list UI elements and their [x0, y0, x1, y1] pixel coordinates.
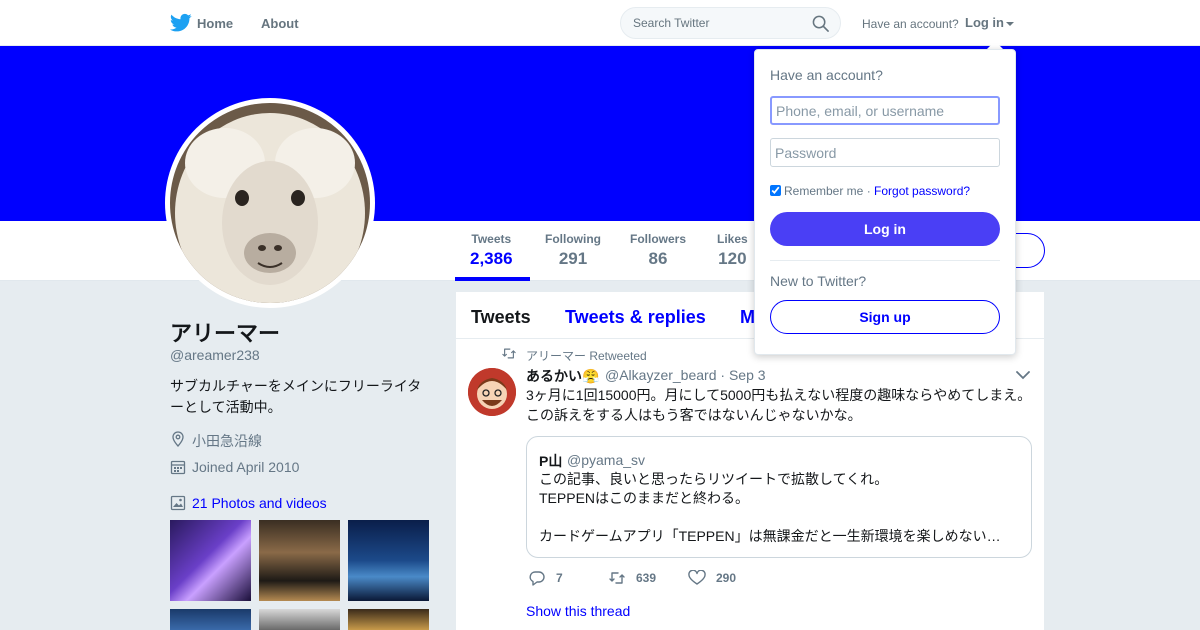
profile-bio: サブカルチャーをメインにフリーライターとして活動中。 — [170, 378, 422, 415]
tweet-date[interactable]: · Sep 3 — [720, 367, 765, 383]
quote-author-name: P山 — [539, 453, 563, 469]
calendar-icon — [170, 460, 186, 475]
stat-label: Tweets — [471, 232, 512, 246]
retweet-icon — [502, 348, 516, 359]
quote-text: この記事、良いと思ったらリツイートで拡散してくれ。 TEPPENはこのままだと終… — [539, 471, 1001, 544]
photo-thumbnail[interactable] — [170, 609, 251, 630]
password-field[interactable] — [770, 138, 1000, 167]
stat-value: 2,386 — [470, 249, 513, 268]
photo-thumbnail[interactable] — [259, 520, 340, 601]
dropdown-divider — [770, 260, 1000, 261]
search-box — [620, 7, 841, 39]
profile-joined-date: Joined April 2010 — [192, 459, 300, 475]
profile-name: アリーマー — [170, 321, 281, 346]
remember-me-checkbox[interactable] — [770, 185, 781, 196]
search-icon[interactable] — [812, 15, 829, 32]
tweet-author-avatar[interactable] — [468, 368, 516, 416]
login-dropdown: Have an account? Remember me · Forgot pa… — [754, 49, 1016, 355]
twitter-logo-icon[interactable] — [170, 13, 192, 33]
show-thread-link[interactable]: Show this thread — [526, 603, 630, 619]
reply-icon[interactable] — [528, 570, 546, 586]
photo-icon — [170, 495, 186, 511]
alpaca-image — [170, 103, 370, 303]
retweet-icon[interactable] — [608, 570, 626, 586]
retweeted-by-text[interactable]: アリーマー Retweeted — [526, 347, 647, 364]
stat-label: Followers — [630, 232, 687, 246]
dropdown-title: Have an account? — [770, 67, 883, 83]
username-field[interactable] — [770, 96, 1000, 125]
tweet-text: 3ヶ月に1回15000円。月にして5000円も払えない程度の趣味ならやめてしまえ… — [526, 387, 1032, 423]
nav-home-link[interactable]: Home — [197, 16, 233, 31]
stat-following[interactable]: Following 291 — [545, 232, 601, 269]
forgot-password-link[interactable]: Forgot password? — [874, 184, 970, 198]
stat-likes[interactable]: Likes 120 — [717, 232, 748, 269]
tab-tweets-replies[interactable]: Tweets & replies — [565, 307, 706, 328]
reply-count: 7 — [556, 571, 563, 585]
chevron-down-icon[interactable] — [1016, 370, 1030, 380]
profile-handle[interactable]: @areamer238 — [170, 347, 260, 363]
heart-icon[interactable] — [688, 570, 706, 586]
tab-media[interactable]: M — [740, 307, 755, 328]
photo-thumbnail[interactable] — [170, 520, 251, 601]
profile-location: 小田急沿線 — [192, 433, 262, 449]
remember-me-row: Remember me · Forgot password? — [770, 184, 970, 198]
login-toggle-label: Log in — [965, 15, 1004, 30]
location-pin-icon — [172, 431, 184, 447]
like-count: 290 — [716, 571, 737, 585]
photo-thumbnail[interactable] — [259, 609, 340, 630]
tab-tweets[interactable]: Tweets — [471, 307, 531, 328]
stat-label: Likes — [717, 232, 748, 246]
tweet-author-handle[interactable]: @Alkayzer_beard — [605, 367, 717, 383]
photo-thumbnail[interactable] — [348, 520, 429, 601]
nav-about-link[interactable]: About — [261, 16, 299, 31]
tweet-meta: @Alkayzer_beard · Sep 3 — [605, 367, 766, 383]
have-account-text: Have an account? — [862, 17, 959, 31]
chevron-down-icon — [1006, 21, 1014, 26]
photos-videos-link[interactable]: 21 Photos and videos — [192, 495, 327, 511]
top-nav: Home About Have an account? Log in — [0, 0, 1200, 46]
quoted-tweet[interactable]: P山 @pyama_sv この記事、良いと思ったらリツイートで拡散してくれ。 T… — [526, 436, 1032, 558]
stat-followers[interactable]: Followers 86 — [630, 232, 686, 269]
retweet-count: 639 — [636, 571, 657, 585]
search-input[interactable] — [633, 14, 808, 32]
remember-separator: · — [863, 184, 875, 198]
photo-thumbnail[interactable] — [348, 609, 429, 630]
active-tab-indicator — [455, 277, 530, 281]
new-to-twitter-text: New to Twitter? — [770, 273, 867, 289]
quote-author-handle: @pyama_sv — [567, 452, 646, 468]
signup-button[interactable]: Sign up — [770, 300, 1000, 334]
profile-avatar[interactable] — [165, 98, 375, 308]
stat-value: 120 — [718, 249, 747, 268]
author-avatar-image — [468, 368, 516, 416]
remember-me-label: Remember me — [784, 184, 864, 198]
stat-value: 291 — [558, 249, 588, 268]
tweet-author-name[interactable]: あるかい😤 — [526, 366, 599, 386]
login-dropdown-toggle[interactable]: Log in — [965, 15, 1014, 30]
stat-tweets[interactable]: Tweets 2,386 — [470, 232, 513, 269]
login-button[interactable]: Log in — [770, 212, 1000, 246]
stat-label: Following — [545, 232, 601, 246]
avatar-image — [170, 103, 370, 303]
stat-value: 86 — [648, 249, 668, 268]
